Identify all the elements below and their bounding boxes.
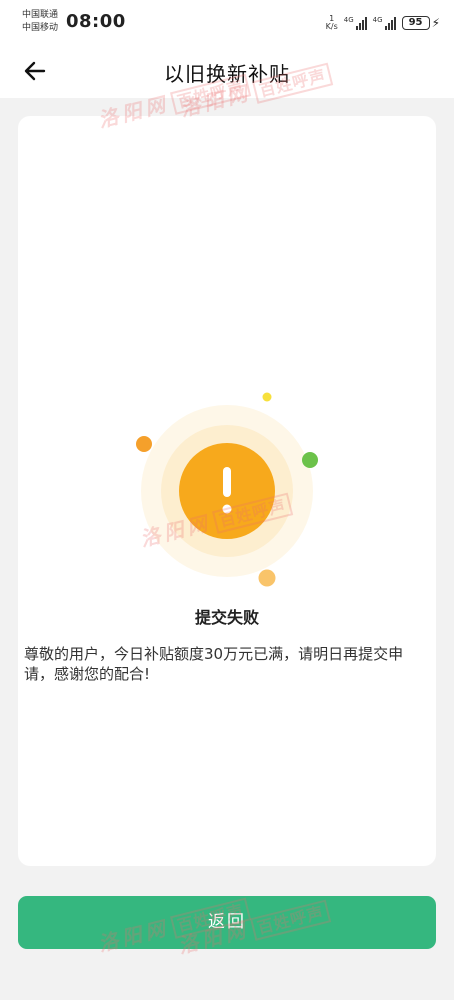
battery-indicator: 95 ⚡ bbox=[401, 16, 440, 30]
network-speed-unit: K/s bbox=[325, 22, 338, 31]
network-type-2: 4G bbox=[372, 16, 383, 24]
result-message: 尊敬的用户，今日补贴额度30万元已满，请明日再提交申请，感谢您的配合! bbox=[24, 645, 404, 683]
result-card: 提交失败 尊敬的用户，今日补贴额度30万元已满，请明日再提交申请，感谢您的配合! bbox=[18, 116, 436, 866]
exclamation-icon bbox=[222, 467, 232, 514]
carrier-1: 中国联通 bbox=[22, 10, 59, 20]
signal-bars-icon bbox=[355, 16, 367, 30]
decor-dot-orange bbox=[136, 436, 152, 452]
battery-level: 95 bbox=[401, 16, 430, 30]
decor-dot-green bbox=[302, 452, 318, 468]
page-title: 以旧换新补贴 bbox=[164, 62, 290, 86]
result-title: 提交失败 bbox=[194, 608, 259, 627]
network-type-1: 4G bbox=[343, 16, 354, 24]
status-bar: 中国联通 中国移动 08:00 1 K/s 4G 4G 95 ⚡ bbox=[0, 0, 454, 46]
signal-2: 4G bbox=[373, 16, 396, 30]
signal-bars-icon bbox=[384, 16, 396, 30]
failure-illustration bbox=[136, 392, 318, 587]
status-indicators: 1 K/s 4G 4G 95 ⚡ bbox=[326, 13, 440, 33]
carrier-info: 中国联通 中国移动 bbox=[22, 9, 58, 35]
decor-dot-yellow bbox=[262, 392, 272, 402]
decor-dot-peach bbox=[258, 569, 276, 587]
network-speed: 1 K/s bbox=[326, 15, 338, 31]
charging-icon: ⚡ bbox=[431, 16, 440, 30]
status-time: 08:00 bbox=[66, 11, 126, 32]
signal-1: 4G bbox=[344, 16, 367, 30]
nav-header: 以旧换新补贴 bbox=[0, 46, 454, 98]
carrier-2: 中国移动 bbox=[22, 23, 59, 33]
return-button[interactable]: 返回 bbox=[18, 896, 436, 949]
